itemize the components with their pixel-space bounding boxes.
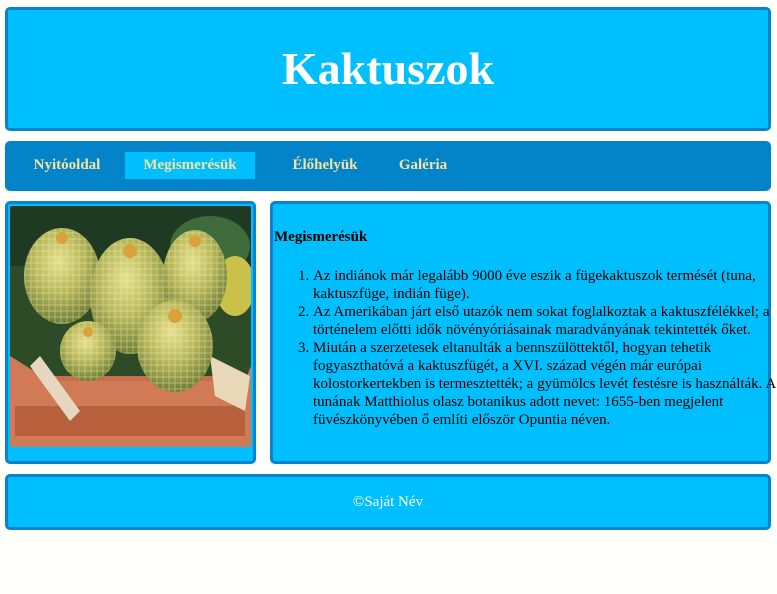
list-item: Miután a szerzetesek eltanulták a bennsz… <box>313 339 777 429</box>
content-panel: Megismerésük Az indiánok már legalább 90… <box>270 201 775 464</box>
page-title: Kaktuszok <box>281 43 495 94</box>
header: Kaktuszok <box>5 7 771 131</box>
history-list: Az indiánok már legalább 9000 éve eszik … <box>275 267 777 429</box>
nav-bar: Nyitóoldal Megismerésük Élőhelyük Galéri… <box>5 141 771 191</box>
list-item: Az Amerikában járt első utazók nem sokat… <box>313 303 777 339</box>
cactus-illustration <box>10 206 251 447</box>
nav-item-home[interactable]: Nyitóoldal <box>22 152 112 179</box>
image-panel <box>5 201 256 464</box>
nav-item-gallery[interactable]: Galéria <box>390 152 456 179</box>
footer-text: ©Saját Név <box>352 494 424 510</box>
cactus-photo <box>10 206 251 447</box>
list-item: Az indiánok már legalább 9000 éve eszik … <box>313 267 777 303</box>
footer: ©Saját Név <box>5 474 771 530</box>
nav-item-about[interactable]: Megismerésük <box>125 152 255 179</box>
content-title: Megismerésük <box>274 229 368 245</box>
nav-item-habitat[interactable]: Élőhelyük <box>275 152 375 179</box>
